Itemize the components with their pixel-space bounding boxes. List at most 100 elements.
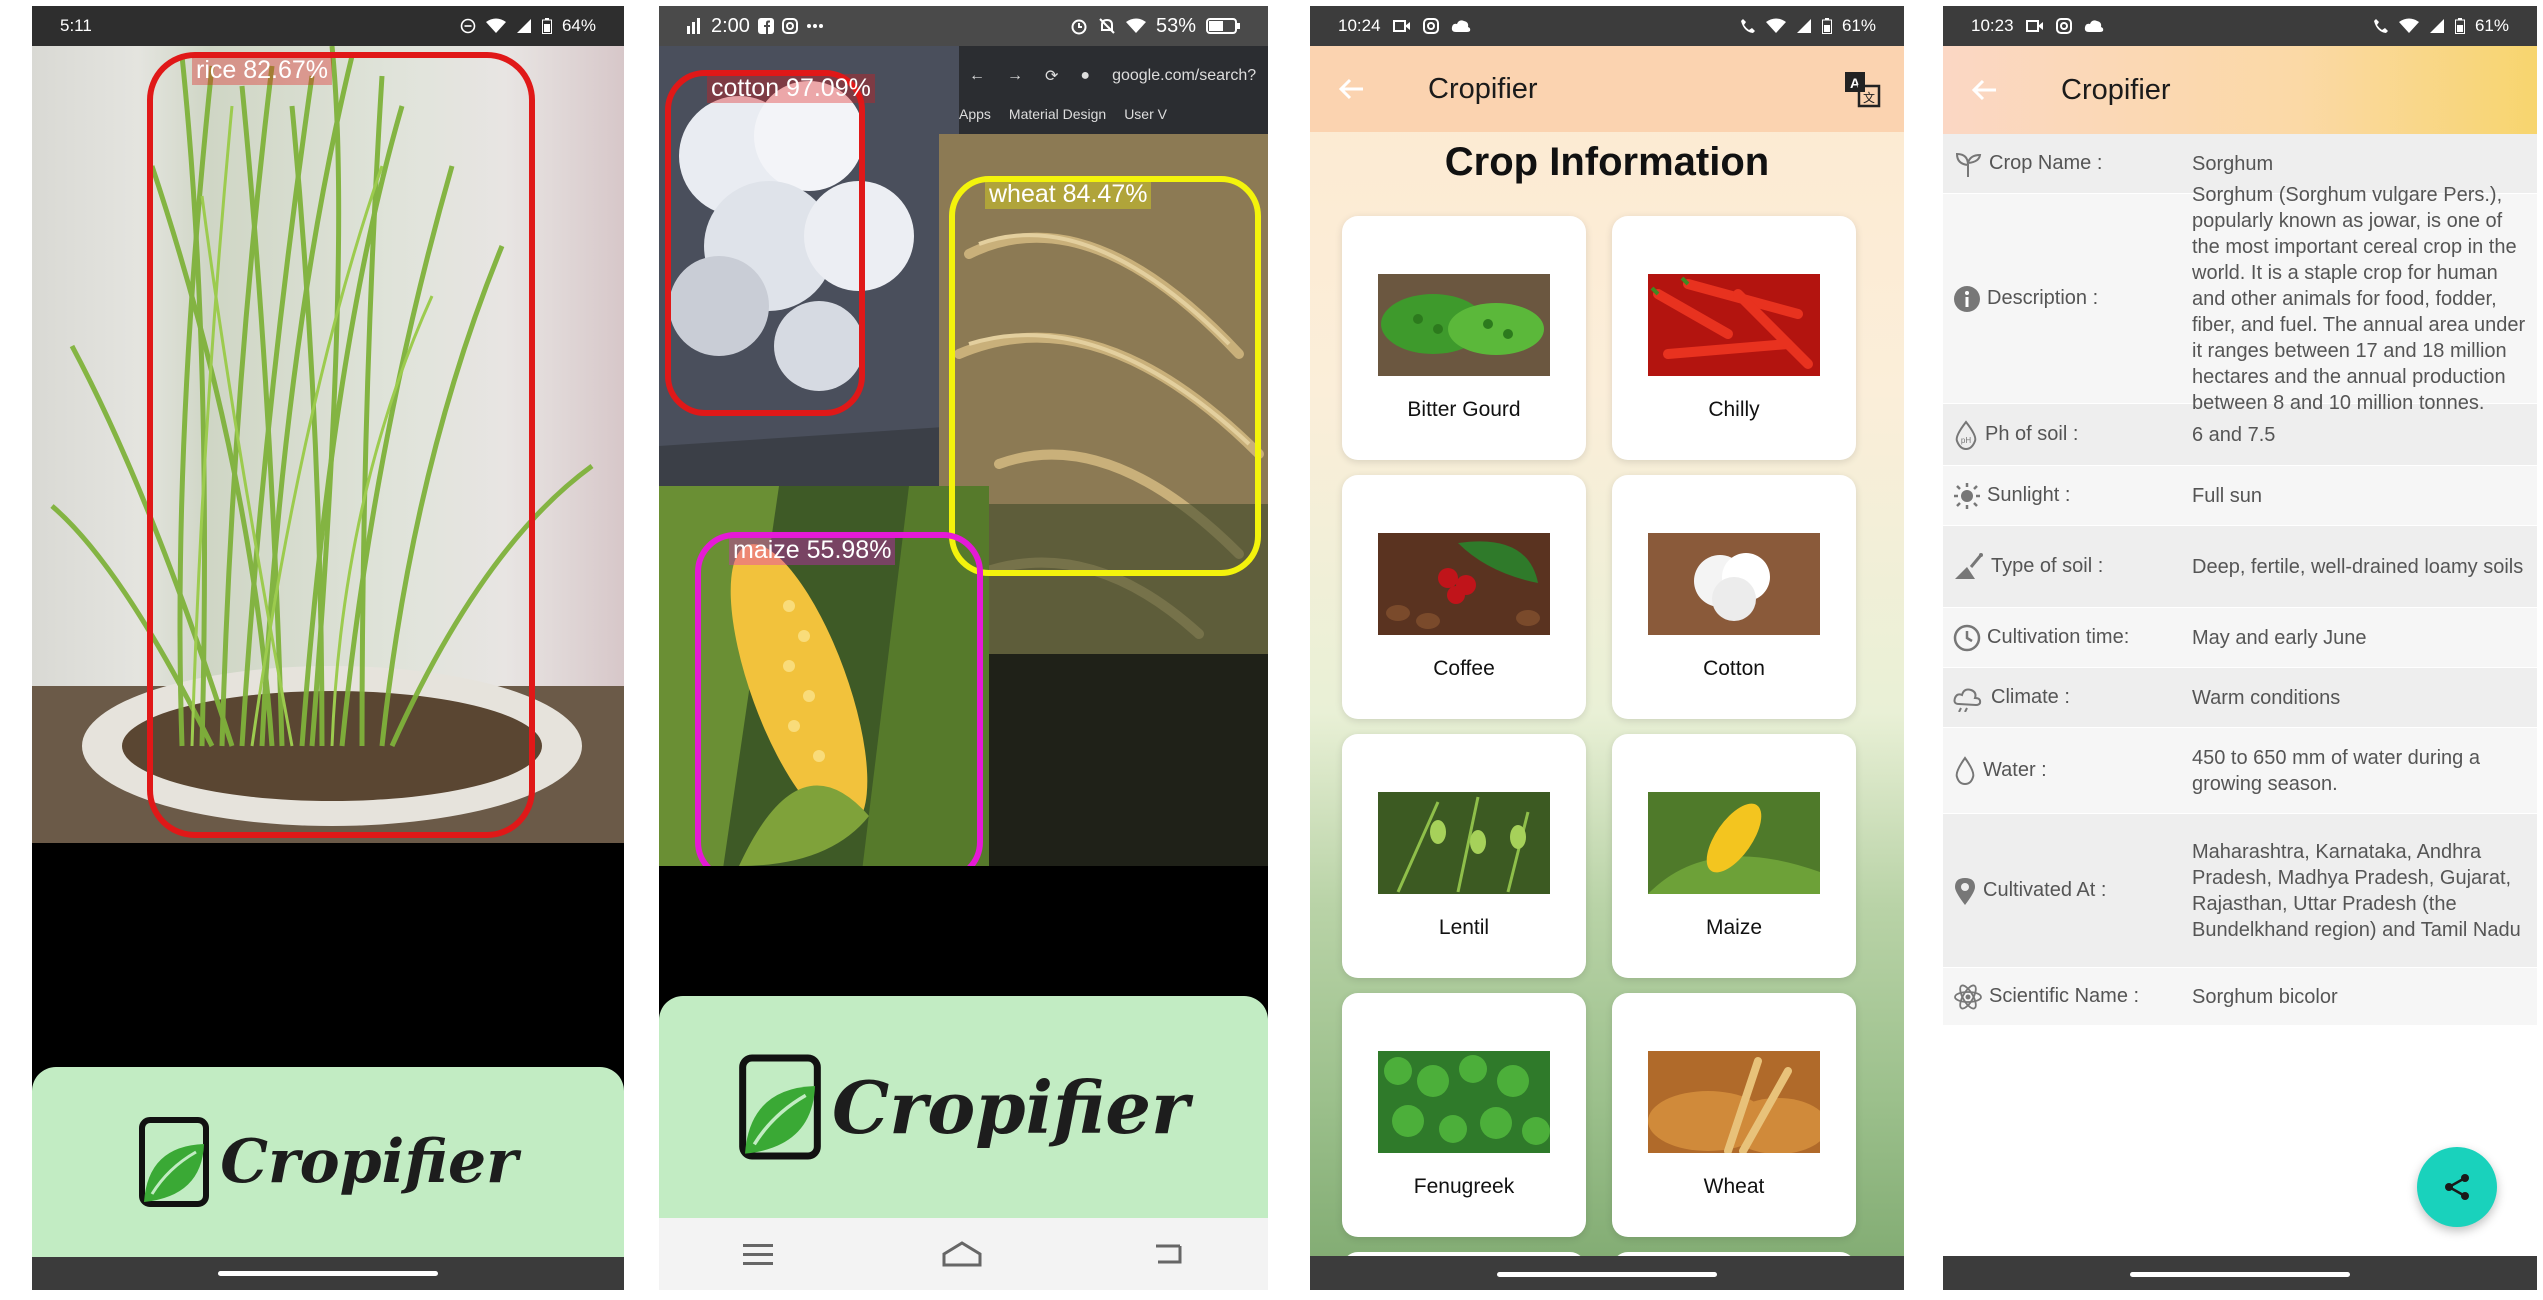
detail-row-ph: pH Ph of soil : 6 and 7.5: [1943, 404, 2537, 466]
water-icon: [1955, 755, 1975, 785]
detail-row-description: Description : Sorghum (Sorghum vulgare P…: [1943, 184, 2537, 414]
home-gesture-pill[interactable]: [218, 1271, 438, 1276]
cropifier-logo-icon: [739, 1054, 821, 1160]
battery-percent: 61%: [1841, 16, 1876, 35]
detection-label-cotton: cotton 97.09%: [707, 74, 875, 103]
status-time: 2:00: [687, 15, 1070, 38]
arrow-left-icon: [1972, 79, 1996, 101]
status-bar: 2:00 53%: [659, 6, 1268, 46]
back-button[interactable]: [1332, 69, 1372, 109]
bookmark-user: User V: [1124, 106, 1167, 122]
video-icon: [2025, 20, 2043, 32]
wifi-icon: [1765, 18, 1786, 33]
crop-card-chilly[interactable]: Chilly: [1612, 216, 1856, 460]
wifi-icon: [2398, 18, 2419, 33]
detail-row-scientific-name: Scientific Name : Sorghum bicolor: [1943, 968, 2537, 1026]
crop-card-bitter-gourd[interactable]: Bitter Gourd: [1342, 216, 1586, 460]
video-icon: [1392, 20, 1410, 32]
detail-value: Sorghum bicolor: [2192, 985, 2338, 1008]
cloud-icon: [1451, 20, 1470, 32]
screen-detection-rice: 5:11 64% rice 82.67% Cropifier: [32, 6, 624, 1290]
cropifier-logo-icon: [139, 1117, 210, 1207]
page-title: Crop Information: [1444, 140, 1770, 184]
climate-icon: [1953, 688, 1982, 712]
crop-card-cotton[interactable]: Cotton: [1612, 475, 1856, 719]
camera-photo-rice: rice 82.67%: [32, 46, 624, 843]
signal-icon: [516, 19, 531, 33]
location-icon: [1955, 877, 1975, 905]
menu-icon[interactable]: [743, 1242, 774, 1266]
detail-key: Cultivated At :: [1983, 879, 2107, 901]
detail-row-climate: Climate : Warm conditions: [1943, 668, 2537, 728]
detail-value: May and early June: [2192, 626, 2367, 649]
clock-icon: [1953, 624, 1981, 651]
detail-row-cultivated-at: Cultivated At : Maharashtra, Karnataka, …: [1943, 814, 2537, 968]
instagram-icon: [1422, 18, 1439, 34]
wifi-icon: [485, 18, 506, 33]
sprout-icon: [1955, 152, 1982, 177]
detail-value: Sorghum (Sorghum vulgare Pers.), popular…: [2192, 183, 2526, 414]
share-button[interactable]: [2417, 1147, 2497, 1227]
detail-key: Water :: [1983, 759, 2047, 781]
app-bar-title: Cropifier: [2061, 73, 2171, 106]
status-time: 10:24: [1338, 16, 1740, 36]
screen-crop-detail: 10:23 61% Cropifier Crop Name : Sorghum: [1943, 6, 2537, 1290]
battery-percent: 61%: [2474, 16, 2509, 35]
status-bar: 5:11 64%: [32, 6, 624, 46]
home-gesture-pill[interactable]: [1497, 1272, 1717, 1277]
detail-key: Cultivation time:: [1987, 626, 2130, 648]
detail-value: Maharashtra, Karnataka, Andhra Pradesh, …: [2192, 840, 2521, 941]
detection-box-maize: [695, 532, 983, 866]
crop-card-lentil[interactable]: Lentil: [1342, 734, 1586, 978]
back-button[interactable]: [1965, 70, 2005, 110]
arrow-left-icon: [1339, 78, 1363, 100]
translate-icon[interactable]: A 文: [1842, 69, 1882, 109]
battery-percent: 53%: [1155, 14, 1196, 37]
browser-reload-icon: ⟳: [1045, 68, 1059, 85]
crop-card-wheat[interactable]: Wheat: [1612, 993, 1856, 1237]
home-icon[interactable]: [941, 1240, 983, 1268]
logo-text: Cropifier: [220, 1127, 518, 1197]
app-bar-title: Cropifier: [1428, 72, 1538, 105]
lentil-image: [1378, 792, 1550, 894]
crop-card-fenugreek[interactable]: Fenugreek: [1342, 993, 1586, 1237]
detail-key: Scientific Name :: [1989, 985, 2140, 1007]
crop-card-coffee[interactable]: Coffee: [1342, 475, 1586, 719]
battery-percent: 64%: [561, 16, 596, 35]
status-time: 10:23: [1971, 16, 2373, 36]
back-icon[interactable]: [1152, 1242, 1184, 1266]
detail-row-soil-type: Type of soil : Deep, fertile, well-drain…: [1943, 526, 2537, 608]
atom-icon: [1954, 984, 1982, 1009]
cloud-icon: [2084, 20, 2103, 32]
info-icon: [1954, 285, 1980, 312]
detail-key: Type of soil :: [1991, 555, 2104, 577]
svg-text:文: 文: [1863, 90, 1875, 105]
gesture-bar: [32, 1257, 624, 1290]
call-icon: [1740, 19, 1755, 33]
crop-card-label: Wheat: [1703, 1175, 1765, 1198]
screen-detection-multi: 2:00 53% ← → ⟳ ● google.com/search? Apps: [659, 6, 1268, 1290]
app-logo-banner: Cropifier: [659, 996, 1268, 1218]
dnd-icon: [460, 18, 476, 34]
home-gesture-pill[interactable]: [2130, 1272, 2350, 1277]
coffee-image: [1378, 533, 1550, 635]
app-bar: Cropifier A 文: [1310, 46, 1904, 132]
photographed-browser-bar: ← → ⟳ ● google.com/search? Apps Material…: [939, 46, 1268, 134]
system-nav-bar: [659, 1218, 1268, 1290]
app-logo-banner: Cropifier: [32, 1067, 624, 1257]
crop-card-label: Chilly: [1708, 398, 1760, 421]
browser-url: google.com/search?: [1112, 67, 1257, 84]
crop-card-maize[interactable]: Maize: [1612, 734, 1856, 978]
drop-ph-icon: pH: [1955, 419, 1977, 450]
more-icon: [806, 24, 823, 28]
detail-key: Crop Name :: [1989, 152, 2103, 174]
bookmark-apps: Apps: [959, 106, 991, 122]
crop-card-label: Cotton: [1703, 657, 1765, 680]
detail-row-sunlight: Sunlight : Full sun: [1943, 466, 2537, 526]
alarm-icon: [1071, 19, 1087, 35]
signal-icon: [2429, 19, 2444, 33]
detail-value: Deep, fertile, well-drained loamy soils: [2192, 555, 2524, 578]
crop-card-label: Fenugreek: [1413, 1175, 1515, 1198]
detection-box-cotton: [665, 70, 865, 416]
gesture-bar: [1310, 1256, 1904, 1290]
